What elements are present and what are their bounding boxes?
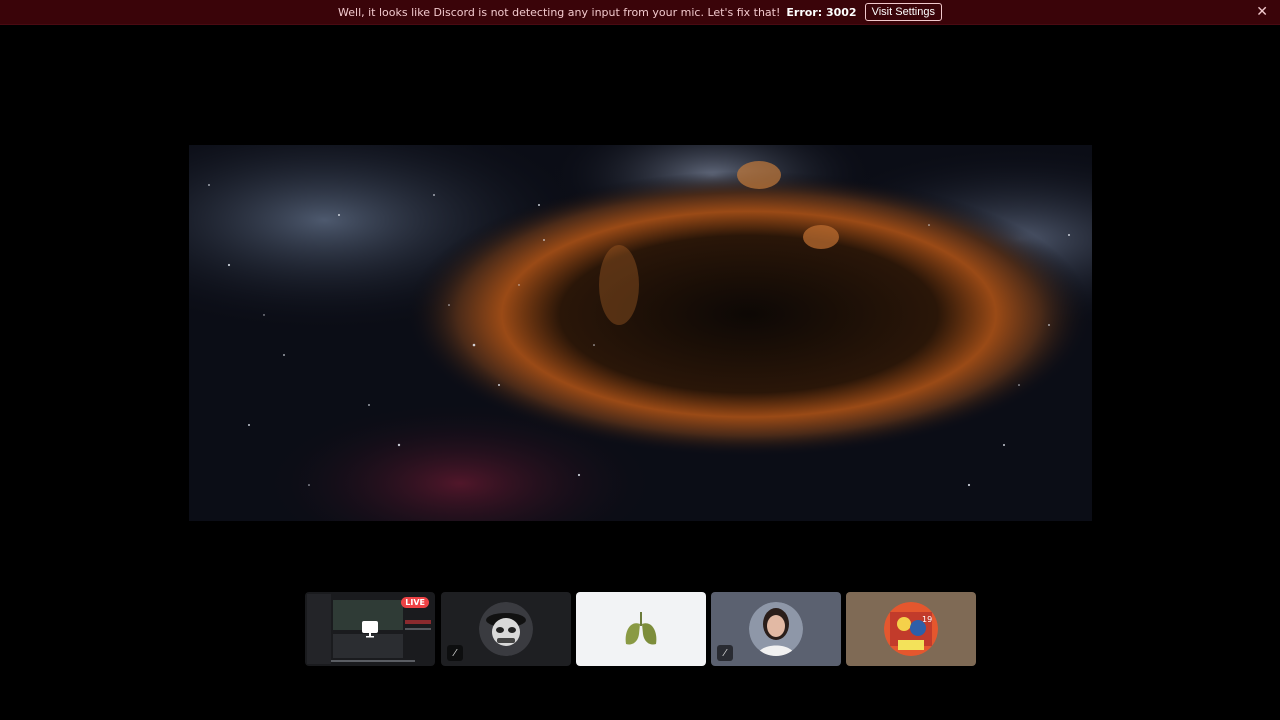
close-icon[interactable]: ✕	[1256, 4, 1268, 20]
masked-avatar	[479, 602, 533, 656]
mic-muted-icon: ⁄	[717, 645, 733, 661]
visit-settings-button[interactable]: Visit Settings	[864, 3, 942, 21]
participant-tiles: LIVE ⁄ ⁄ 19	[305, 592, 977, 667]
nebula-stream-image	[189, 145, 1092, 521]
participant-tile[interactable]: ⁄	[441, 592, 571, 666]
mic-muted-icon: ⁄	[447, 645, 463, 661]
mic-warning-message: Well, it looks like Discord is not detec…	[338, 5, 781, 19]
mic-error-code: Error: 3002	[786, 5, 857, 19]
stream-tile[interactable]: LIVE	[305, 592, 435, 666]
anime-avatar: 19	[884, 602, 938, 656]
svg-text:19: 19	[922, 615, 932, 624]
participant-tile[interactable]	[576, 592, 706, 666]
mic-warning-banner: Well, it looks like Discord is not detec…	[0, 0, 1280, 25]
stream-view[interactable]	[189, 145, 1092, 521]
lungs-avatar	[625, 612, 657, 645]
monitor-icon	[362, 621, 378, 638]
participant-tile[interactable]: 19	[846, 592, 976, 666]
live-badge: LIVE	[401, 597, 429, 608]
woman-avatar	[749, 602, 803, 656]
participant-tile[interactable]: ⁄	[711, 592, 841, 666]
